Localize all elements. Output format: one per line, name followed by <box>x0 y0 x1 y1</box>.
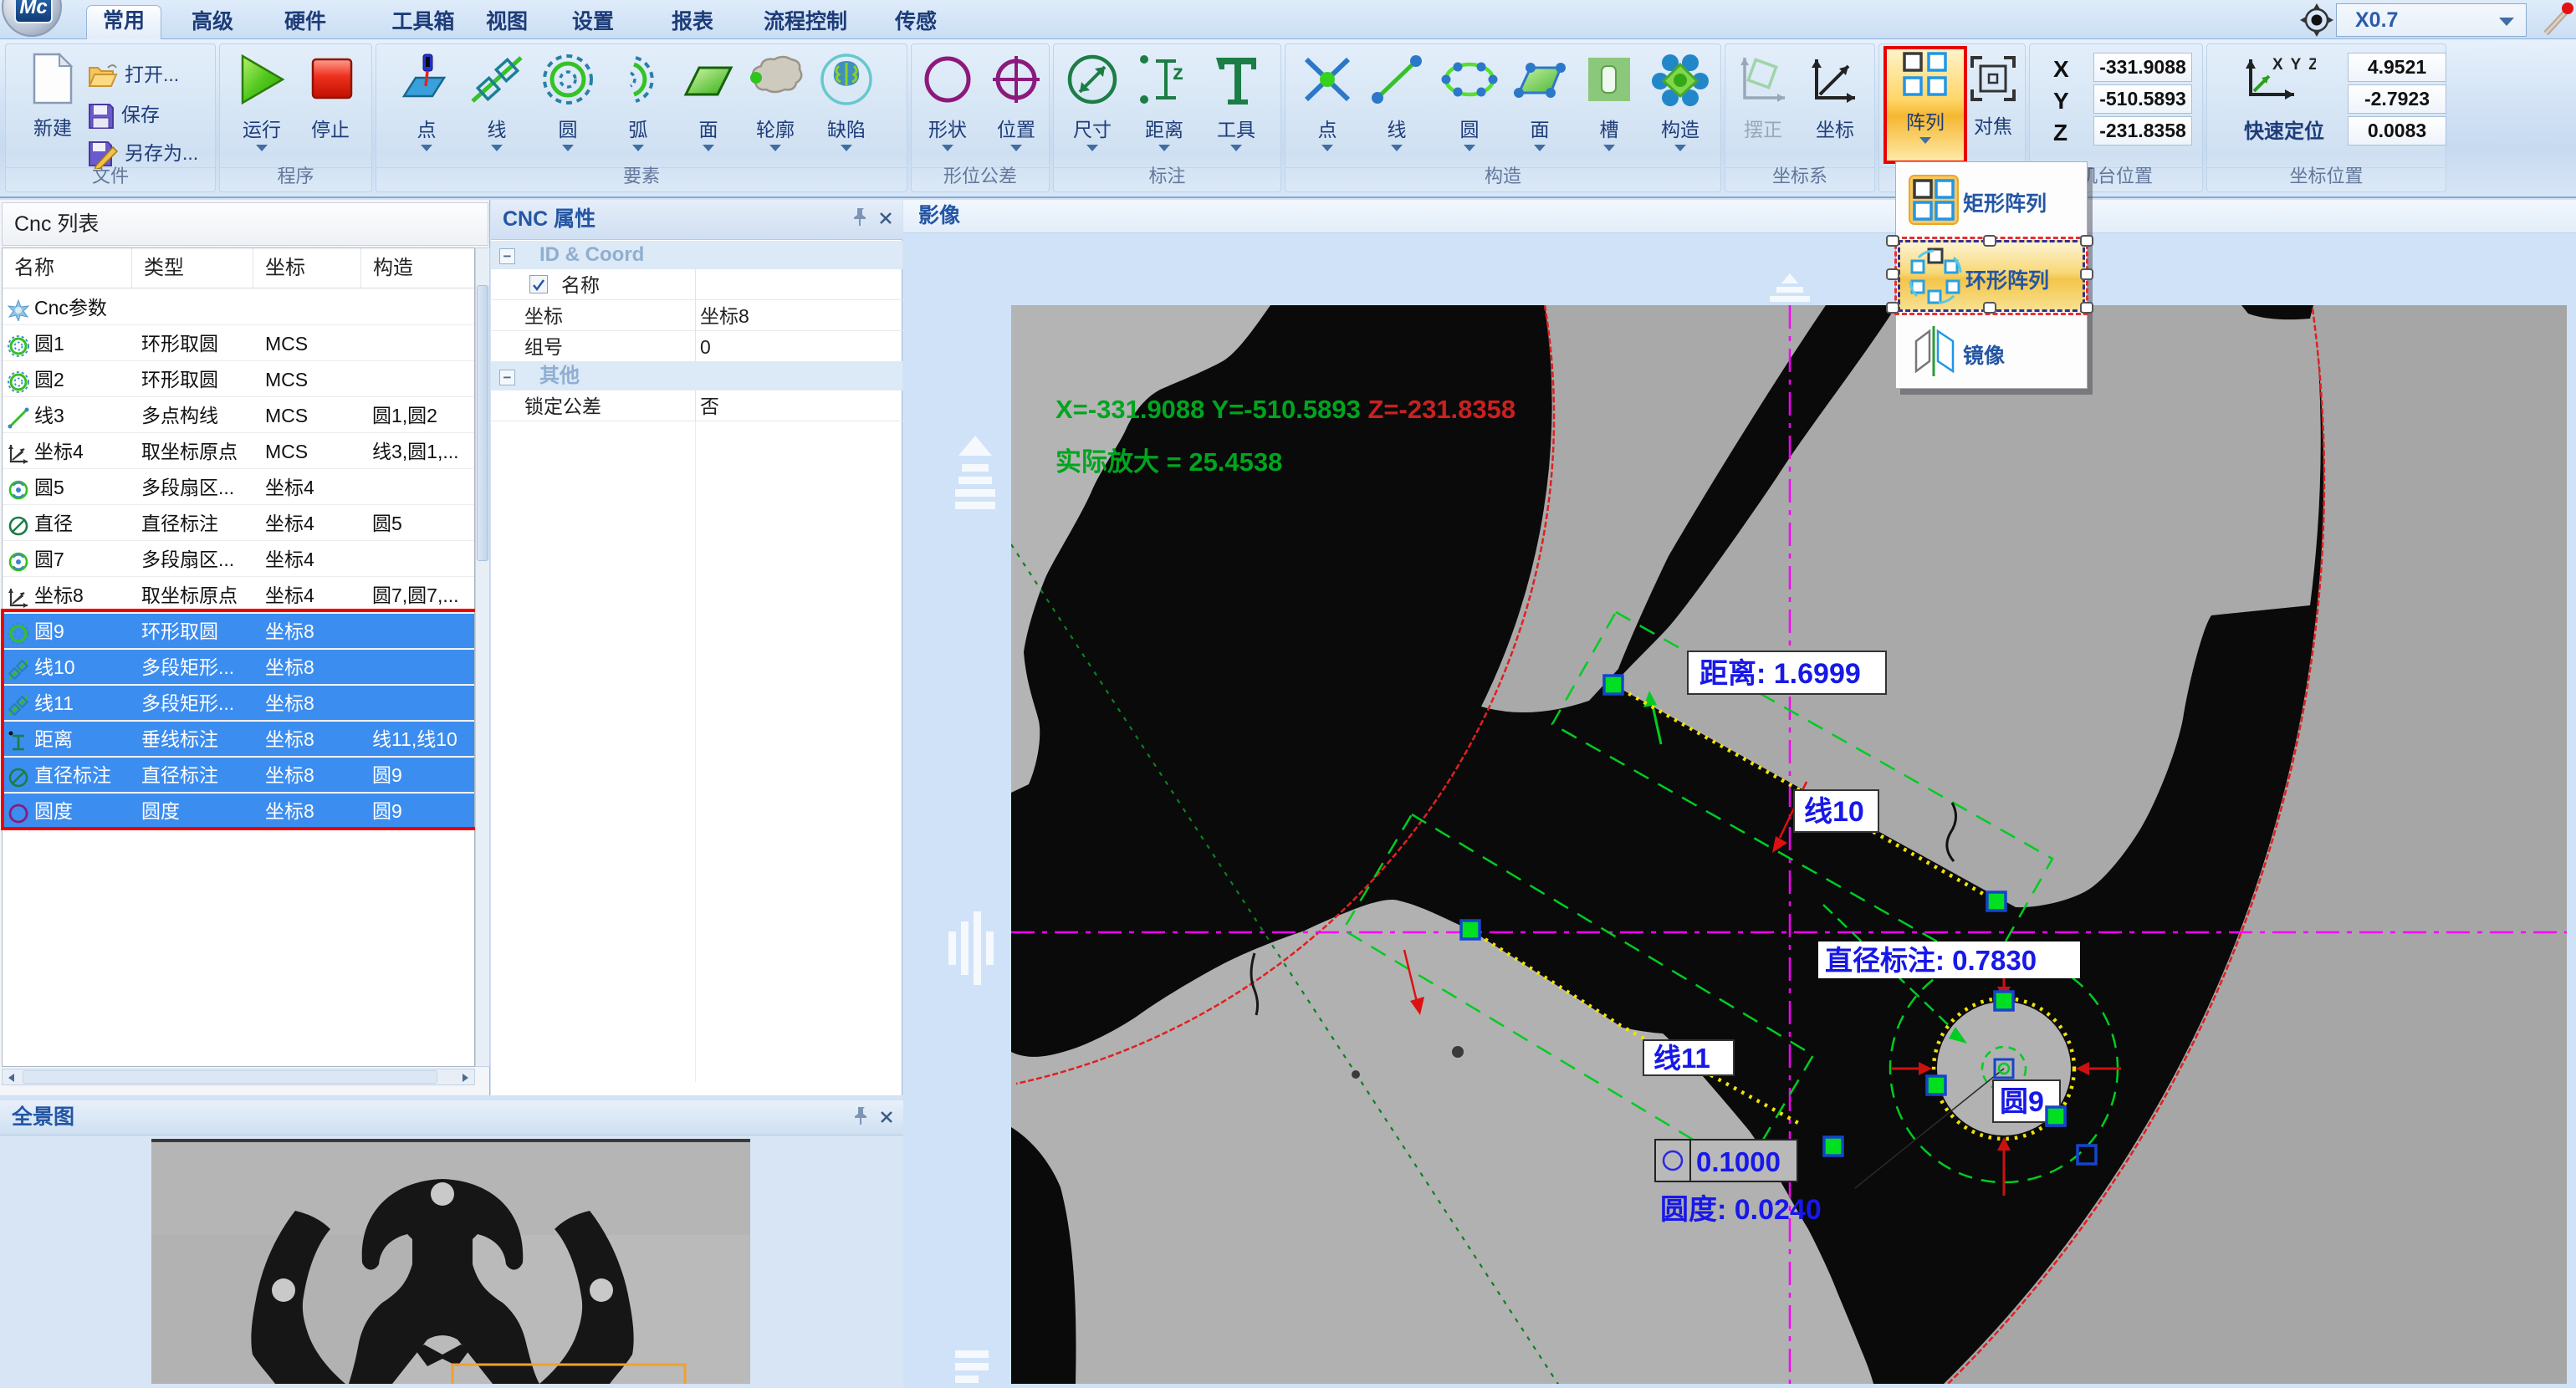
svg-text:线10: 线10 <box>1804 796 1864 828</box>
svg-text:z: z <box>1173 59 1183 84</box>
svg-text:圆9: 圆9 <box>2000 1086 2044 1118</box>
svg-text:圆度: 0.0240: 圆度: 0.0240 <box>1660 1194 1822 1226</box>
svg-text:实际放大 = 25.4538: 实际放大 = 25.4538 <box>1055 447 1282 477</box>
svg-text:X=-331.9088 Y=-510.5893 Z=-231: X=-331.9088 Y=-510.5893 Z=-231.8358 <box>1055 395 1515 424</box>
svg-text:0.1000: 0.1000 <box>1696 1146 1781 1177</box>
svg-text:X Y Z: X Y Z <box>2272 56 2316 74</box>
svg-text:直径标注: 0.7830: 直径标注: 0.7830 <box>1825 945 2037 976</box>
svg-text:线11: 线11 <box>1653 1043 1710 1074</box>
svg-text:距离: 1.6999: 距离: 1.6999 <box>1699 657 1861 690</box>
